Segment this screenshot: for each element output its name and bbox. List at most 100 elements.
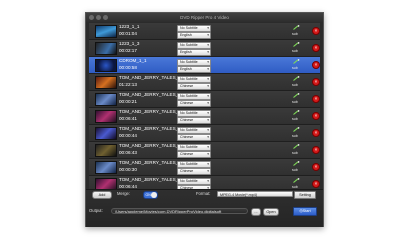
edit-wand-icon[interactable] <box>293 110 300 115</box>
edit-wand-icon[interactable] <box>293 127 300 132</box>
title-duration: 00:00:30 <box>119 167 137 172</box>
subtitle-select[interactable]: No Subtitle ▾ <box>177 126 211 134</box>
video-thumbnail <box>95 144 117 157</box>
video-thumbnail <box>95 93 117 106</box>
setting-button[interactable]: Setting <box>294 191 316 199</box>
subtitle-toggle[interactable]: sub <box>292 66 298 71</box>
title-row[interactable]: TOM_AND_JERRY_TALES_VOL 00:06:44 No Subtit… <box>89 176 320 189</box>
remove-icon[interactable]: × <box>312 44 320 52</box>
subtitle-toggle[interactable]: sub <box>292 83 298 88</box>
video-thumbnail <box>95 127 117 140</box>
audio-value: Chinese <box>180 168 194 173</box>
title-duration: 00:02:17 <box>119 48 137 53</box>
format-label: Format: <box>196 191 211 196</box>
audio-select[interactable]: Chinese ▾ <box>177 99 211 107</box>
edit-wand-icon[interactable] <box>293 42 300 47</box>
title-row[interactable]: TOM_AND_JERRY_TALES_VOL 00:06:43 No Subtit… <box>89 142 320 159</box>
remove-icon[interactable]: × <box>312 146 320 154</box>
subtitle-select[interactable]: No Subtitle ▾ <box>177 58 211 66</box>
title-name: CDROM_1_1 <box>119 58 147 63</box>
audio-select[interactable]: English ▾ <box>177 31 211 39</box>
merge-toggle-state: ON <box>145 193 151 197</box>
chevron-down-icon: ▾ <box>207 100 209 105</box>
remove-icon[interactable]: × <box>312 129 320 137</box>
title-row[interactable]: TOM_AND_JERRY_TALES_VOL 00:00:30 No Subtit… <box>89 159 320 176</box>
remove-icon[interactable]: × <box>312 78 320 86</box>
remove-icon[interactable]: × <box>312 180 320 188</box>
subtitle-select[interactable]: No Subtitle ▾ <box>177 143 211 151</box>
chevron-down-icon: ▾ <box>207 117 209 122</box>
subtitle-select[interactable]: No Subtitle ▾ <box>177 160 211 168</box>
merge-toggle[interactable]: ON <box>143 191 158 199</box>
audio-value: Chinese <box>180 117 194 122</box>
chevron-down-icon: ▾ <box>207 32 209 37</box>
video-thumbnail <box>95 161 117 174</box>
subtitle-value: No Subtitle <box>180 178 198 183</box>
chevron-down-icon: ▾ <box>207 110 209 115</box>
toggle-knob <box>151 192 157 198</box>
edit-wand-icon[interactable] <box>293 59 300 64</box>
output-path-value: /Users/appleme/Movies/com.DVDRipperProVi… <box>115 209 222 214</box>
edit-wand-icon[interactable] <box>293 178 300 183</box>
audio-value: Chinese <box>180 134 194 139</box>
video-thumbnail <box>95 110 117 123</box>
subtitle-select[interactable]: No Subtitle ▾ <box>177 24 211 32</box>
edit-wand-icon[interactable] <box>293 93 300 98</box>
subtitle-toggle[interactable]: sub <box>292 32 298 37</box>
subtitle-select[interactable]: No Subtitle ▾ <box>177 75 211 83</box>
chevron-down-icon: ▾ <box>207 127 209 132</box>
video-thumbnail <box>95 59 117 72</box>
title-row[interactable]: TOM_AND_JERRY_TALES_VOL 00:06:41 No Subtit… <box>89 108 320 125</box>
subtitle-toggle[interactable]: sub <box>292 117 298 122</box>
title-row[interactable]: 1223_1_3 00:02:17 No Subtitle ▾ English ▾ sub × <box>89 40 320 57</box>
audio-select[interactable]: English ▾ <box>177 48 211 56</box>
title-list[interactable]: 1223_1_1 00:01:04 No Subtitle ▾ English ▾ sub ×… <box>89 23 320 189</box>
audio-select[interactable]: Chinese ▾ <box>177 167 211 175</box>
audio-value: English <box>180 66 192 71</box>
start-button[interactable]: ◎Start <box>293 207 317 216</box>
subtitle-toggle[interactable]: sub <box>292 151 298 156</box>
edit-wand-icon[interactable] <box>293 76 300 81</box>
browse-button[interactable]: ... <box>251 208 261 216</box>
audio-select[interactable]: Chinese ▾ <box>177 133 211 141</box>
edit-wand-icon[interactable] <box>293 25 300 30</box>
remove-icon[interactable]: × <box>312 61 320 69</box>
open-button[interactable]: Open <box>263 208 279 216</box>
title-row[interactable]: TOM_AND_JERRY_TALES_VOL 00:00:44 No Subtit… <box>89 125 320 142</box>
remove-icon[interactable]: × <box>312 27 320 35</box>
remove-icon[interactable]: × <box>312 95 320 103</box>
subtitle-select[interactable]: No Subtitle ▾ <box>177 41 211 49</box>
audio-select[interactable]: English ▾ <box>177 65 211 73</box>
subtitle-toggle[interactable]: sub <box>292 49 298 54</box>
title-row[interactable]: CDROM_1_1 00:00:58 No Subtitle ▾ English ▾ sub… <box>89 57 320 74</box>
audio-select[interactable]: Chinese ▾ <box>177 150 211 158</box>
title-duration: 00:06:41 <box>119 116 137 121</box>
subtitle-value: No Subtitle <box>180 42 198 47</box>
subtitle-toggle[interactable]: sub <box>292 134 298 139</box>
subtitle-select[interactable]: No Subtitle ▾ <box>177 92 211 100</box>
chevron-down-icon: ▾ <box>207 76 209 81</box>
format-select[interactable]: MPEG-4 Movie(*.mp4) <box>217 191 293 197</box>
edit-wand-icon[interactable] <box>293 144 300 149</box>
bottom-toolbar: Add Merge: ON Format: MPEG-4 Movie(*.mp4… <box>86 189 323 227</box>
edit-wand-icon[interactable] <box>293 161 300 166</box>
title-row[interactable]: TOM_AND_JERRY_TALES_VOL 01:22:13 No Subtit… <box>89 74 320 91</box>
output-path-field[interactable]: /Users/appleme/Movies/com.DVDRipperProVi… <box>111 208 248 214</box>
audio-select[interactable]: Chinese ▾ <box>177 82 211 90</box>
title-duration: 00:00:21 <box>119 99 137 104</box>
subtitle-value: No Subtitle <box>180 76 198 81</box>
remove-icon[interactable]: × <box>312 112 320 120</box>
subtitle-select[interactable]: No Subtitle ▾ <box>177 177 211 185</box>
chevron-down-icon: ▾ <box>207 42 209 47</box>
title-row[interactable]: 1223_1_1 00:01:04 No Subtitle ▾ English ▾ sub × <box>89 23 320 40</box>
format-value: MPEG-4 Movie(*.mp4) <box>220 193 258 197</box>
subtitle-toggle[interactable]: sub <box>292 168 298 173</box>
add-button[interactable]: Add <box>92 191 112 199</box>
subtitle-select[interactable]: No Subtitle ▾ <box>177 109 211 117</box>
subtitle-toggle[interactable]: sub <box>292 100 298 105</box>
audio-select[interactable]: Chinese ▾ <box>177 116 211 124</box>
title-duration: 00:00:58 <box>119 65 137 70</box>
chevron-down-icon: ▾ <box>207 151 209 156</box>
remove-icon[interactable]: × <box>312 163 320 171</box>
title-row[interactable]: TOM_AND_JERRY_TALES_VOL 00:00:21 No Subtit… <box>89 91 320 108</box>
